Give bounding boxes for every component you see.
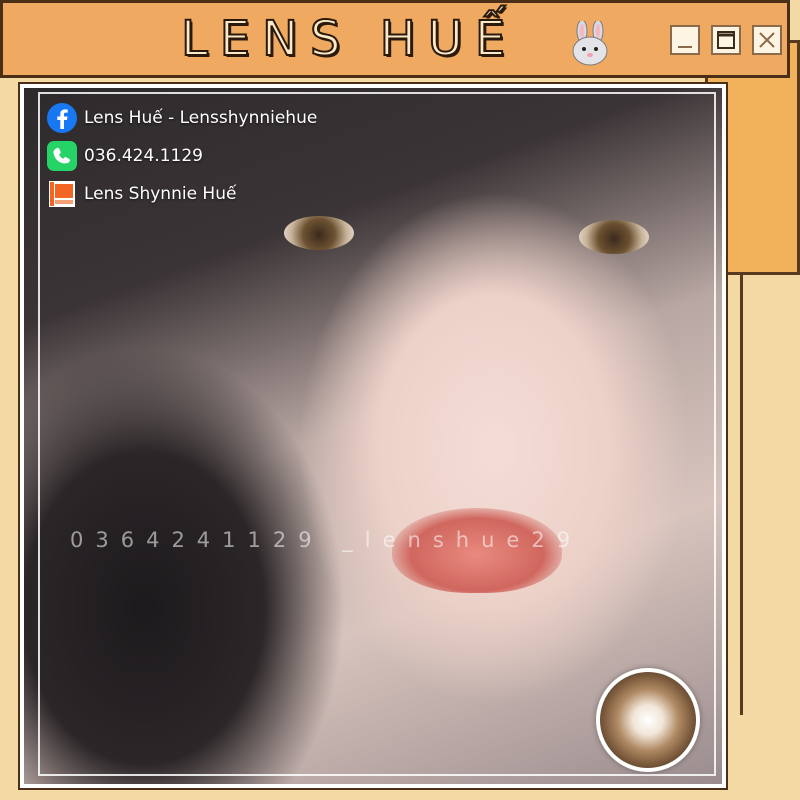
- facebook-icon: [47, 103, 77, 133]
- main-window: LENS HUẾ Lens Huế - Lensshynniehue 036.4…: [0, 0, 790, 800]
- maximize-button[interactable]: [711, 25, 741, 55]
- phone-icon: [47, 141, 77, 171]
- minimize-button[interactable]: [670, 25, 700, 55]
- contact-phone[interactable]: 036.424.1129: [46, 140, 203, 172]
- facebook-label: Lens Huế - Lensshynniehue: [84, 108, 318, 128]
- maximize-icon: [717, 31, 735, 49]
- lens-thumbnail: [596, 668, 700, 772]
- contact-facebook[interactable]: Lens Huế - Lensshynniehue: [46, 102, 317, 134]
- window-title: LENS HUẾ: [180, 10, 518, 68]
- title-bar[interactable]: LENS HUẾ: [0, 0, 790, 78]
- bunny-icon: [572, 21, 608, 66]
- phone-label: 036.424.1129: [84, 146, 203, 166]
- minimize-icon: [678, 46, 692, 48]
- contact-shop[interactable]: Lens Shynnie Huế: [46, 178, 236, 210]
- photo-frame: Lens Huế - Lensshynniehue 036.424.1129 L…: [18, 82, 728, 790]
- shop-label: Lens Shynnie Huế: [84, 184, 237, 204]
- close-icon: [759, 32, 775, 48]
- shop-icon: [49, 181, 75, 207]
- close-button[interactable]: [752, 25, 782, 55]
- watermark: 0364241129 _lenshue29: [70, 528, 583, 552]
- model-photo: Lens Huế - Lensshynniehue 036.424.1129 L…: [24, 88, 722, 784]
